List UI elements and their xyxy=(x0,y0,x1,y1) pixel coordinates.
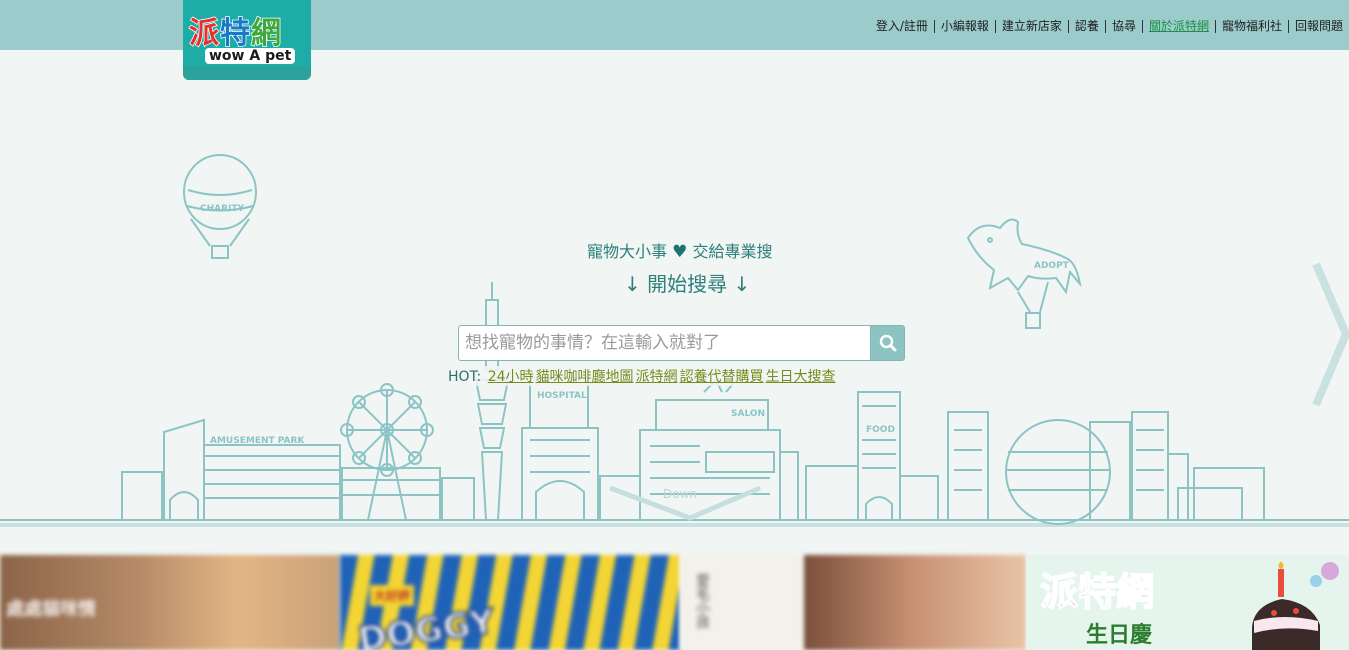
round-stadium-building xyxy=(947,411,1169,525)
nav-item[interactable]: 寵物福利社 xyxy=(1216,18,1288,34)
logo-char: 派 xyxy=(188,15,220,52)
nav-item[interactable]: 小編報報 xyxy=(935,18,995,34)
taipei-101-tower-icon xyxy=(474,282,510,521)
nav-item[interactable]: 關於派特網 xyxy=(1143,18,1215,34)
logo-char: 網 xyxy=(250,15,282,52)
banner-tag: 大好評 xyxy=(370,585,415,606)
food-building xyxy=(857,391,901,521)
hot-keywords: HOT: 24小時 貓咪咖啡廳地圖 派特網 認養代替購買 生日大搜查 xyxy=(446,366,838,386)
salon-building xyxy=(639,377,781,521)
search-icon xyxy=(879,334,896,352)
next-slide-arrow-icon[interactable] xyxy=(1312,262,1349,407)
hero-slogan: 寵物大小事 ♥ 交給專業搜 xyxy=(587,238,772,262)
nav-item[interactable]: 回報問題 xyxy=(1289,18,1349,34)
search-box xyxy=(458,325,905,361)
hot-link[interactable]: 生日大搜查 xyxy=(766,369,836,385)
search-input[interactable] xyxy=(458,325,870,361)
nav-item[interactable]: 認養 xyxy=(1069,18,1105,34)
ferris-wheel-icon xyxy=(340,383,434,521)
banner-photo[interactable] xyxy=(804,555,1026,650)
slogan-right: 交給專業搜 xyxy=(692,242,773,261)
salon-label: SALON xyxy=(731,409,765,419)
amusement-park-building xyxy=(121,418,475,521)
dog-label: ADOPT xyxy=(1034,261,1070,271)
banner-doggy[interactable]: 大好評 DOGGY xyxy=(340,555,680,650)
search-button[interactable] xyxy=(870,325,905,361)
banner-text: DOGGY xyxy=(355,601,498,650)
banner-text: 愛毛小孩 xyxy=(694,573,710,629)
banner-pet-love[interactable]: 愛毛小孩 xyxy=(680,555,804,650)
start-search-label: ↓ 開始搜尋 ↓ xyxy=(624,272,751,296)
hot-link[interactable]: 派特網 xyxy=(636,369,678,385)
hot-link[interactable]: 認養代替購買 xyxy=(680,369,764,385)
adopt-dog-balloon-icon xyxy=(966,218,1082,329)
main-nav: 登入/註冊 小編報報 建立新店家 認養 協尋 關於派特網 寵物福利社 回報問題 xyxy=(870,18,1349,34)
city-skyline-illustration: CHARITY ADOPT AMUSEMENT PARK HOSPITAL SA… xyxy=(0,154,1349,527)
park-label: AMUSEMENT PARK xyxy=(210,436,305,446)
hot-label: HOT: xyxy=(448,369,482,385)
banner-birthday[interactable]: 派特網 生日慶 xyxy=(1026,555,1349,650)
logo-chinese-title: 派特網 xyxy=(188,8,282,52)
banner-text: 處處貓咪情 xyxy=(6,599,96,620)
hot-link[interactable]: 貓咪咖啡廳地圖 xyxy=(536,369,634,385)
hot-link[interactable]: 24小時 xyxy=(488,369,534,385)
logo-char: 特 xyxy=(219,15,251,52)
hospital-label: HOSPITAL xyxy=(537,391,587,401)
down-label: Down xyxy=(663,487,697,501)
birthday-cake-icon xyxy=(1252,561,1339,650)
nav-item[interactable]: 建立新店家 xyxy=(996,18,1068,34)
nav-item[interactable]: 登入/註冊 xyxy=(870,18,934,34)
banner-title: 派特網 xyxy=(1039,569,1155,615)
banner-subtitle: 生日慶 xyxy=(1086,623,1153,648)
heart-icon: ♥ xyxy=(672,242,688,262)
promo-banners: 處處貓咪情 大好評 DOGGY 愛毛小孩 派特網 生日慶 xyxy=(0,555,1349,650)
balloon-label: CHARITY xyxy=(200,204,245,214)
slogan-left: 寵物大小事 xyxy=(587,242,668,261)
nav-item[interactable]: 協尋 xyxy=(1106,18,1142,34)
food-label: FOOD xyxy=(866,425,895,435)
banner-cat-cafe[interactable]: 處處貓咪情 xyxy=(0,555,340,650)
